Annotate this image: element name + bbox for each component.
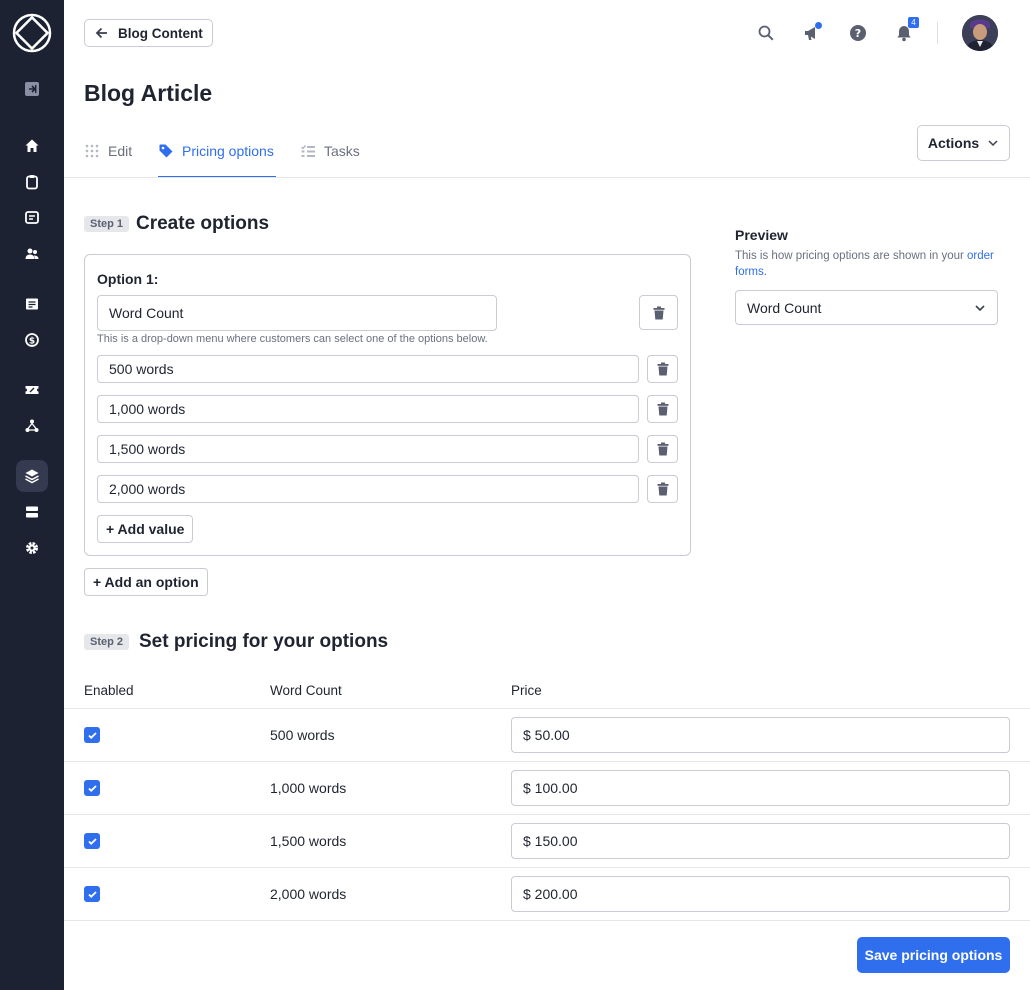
page-title: Blog Article [84,80,213,106]
trash-icon [657,362,668,376]
help-icon[interactable]: ? [847,22,869,44]
option-name-input[interactable]: Word Count [97,295,497,331]
chevron-down-icon [988,140,998,147]
check-icon [87,837,97,845]
tabs-divider [64,177,1030,178]
preview-select[interactable]: Word Count [735,290,998,325]
clients-icon[interactable] [16,238,48,270]
announcements-icon[interactable] [801,22,823,44]
settings-icon[interactable] [16,532,48,564]
grid-icon [85,144,99,158]
check-icon [87,890,97,898]
table-divider [64,867,1030,868]
table-divider [64,708,1030,709]
arrow-left-icon [95,27,107,39]
notification-count-badge: 4 [908,17,919,28]
column-header-enabled: Enabled [84,683,134,698]
search-icon[interactable] [755,22,777,44]
trash-icon [657,482,668,496]
step2-tag: Step 2 [84,634,130,650]
delete-value-button[interactable] [647,355,678,383]
tab-edit[interactable]: Edit [84,141,132,178]
notifications-icon[interactable]: 4 [893,17,919,44]
preview-description: This is how pricing options are shown in… [735,248,995,280]
actions-button[interactable]: Actions [917,125,1010,161]
step2-title: Set pricing for your options [139,631,389,652]
step1-title: Create options [136,213,270,234]
unread-dot [815,22,822,29]
step1-tag: Step 1 [84,216,130,232]
tab-tasks[interactable]: Tasks [300,141,360,178]
collapse-icon[interactable] [16,73,48,105]
price-input[interactable]: $ 150.00 [511,823,1010,859]
svg-text:?: ? [855,27,861,40]
option-value-input[interactable]: 500 words [97,355,639,383]
add-value-button[interactable]: + Add value [97,515,194,543]
actions-button-label: Actions [927,135,980,151]
sidebar: $ [0,0,64,990]
trash-icon [653,306,664,319]
column-header-price: Price [511,683,542,698]
svg-text:$: $ [29,337,35,347]
tab-edit-label: Edit [108,143,133,159]
avatar[interactable] [962,15,998,51]
back-button-label: Blog Content [118,25,203,41]
delete-value-button[interactable] [647,395,678,423]
save-pricing-options-button[interactable]: Save pricing options [857,937,1010,973]
trash-icon [657,442,668,456]
check-icon [87,784,97,792]
enabled-checkbox[interactable] [84,886,100,902]
price-input[interactable]: $ 50.00 [511,717,1010,753]
row-word-count: 1,000 words [270,780,347,796]
tag-icon [159,144,173,158]
home-icon[interactable] [16,130,48,162]
price-input[interactable]: $ 200.00 [511,876,1010,912]
preview-select-value: Word Count [747,299,822,316]
tasks-icon [301,145,315,157]
tab-pricing-options[interactable]: Pricing options [158,141,276,178]
delete-option-button[interactable] [639,295,678,330]
services-icon[interactable] [16,460,48,492]
back-button[interactable]: Blog Content [84,19,213,47]
table-divider [64,920,1030,921]
row-word-count: 500 words [270,727,335,743]
payments-icon[interactable]: $ [16,324,48,356]
enabled-checkbox[interactable] [84,727,100,743]
delete-value-button[interactable] [647,475,678,503]
orders-icon[interactable] [16,166,48,198]
row-word-count: 1,500 words [270,833,347,849]
chevron-down-icon [975,304,985,311]
preview-description-text: This is how pricing options are shown in… [735,250,968,262]
delete-value-button[interactable] [647,435,678,463]
option-help-text: This is a drop-down menu where customers… [97,333,488,345]
table-divider [64,761,1030,762]
header-divider [937,22,938,44]
check-icon [87,731,97,739]
logo-icon[interactable] [12,13,52,53]
messages-icon[interactable] [16,202,48,234]
row-word-count: 2,000 words [270,886,347,902]
option-value-input[interactable]: 1,500 words [97,435,639,463]
column-header-word-count: Word Count [270,683,342,698]
option-value-input[interactable]: 1,000 words [97,395,639,423]
enabled-checkbox[interactable] [84,833,100,849]
invoices-icon[interactable] [16,288,48,320]
coupons-icon[interactable] [16,374,48,406]
table-divider [64,814,1030,815]
trash-icon [657,402,668,416]
affiliates-icon[interactable] [16,410,48,442]
price-input[interactable]: $ 100.00 [511,770,1010,806]
tab-pricing-options-label: Pricing options [182,143,274,159]
option-value-input[interactable]: 2,000 words [97,475,639,503]
option-label: Option 1: [97,271,159,287]
tab-tasks-label: Tasks [324,143,360,159]
enabled-checkbox[interactable] [84,780,100,796]
add-option-button[interactable]: + Add an option [84,568,208,596]
storage-icon[interactable] [16,496,48,528]
preview-title: Preview [735,227,788,243]
